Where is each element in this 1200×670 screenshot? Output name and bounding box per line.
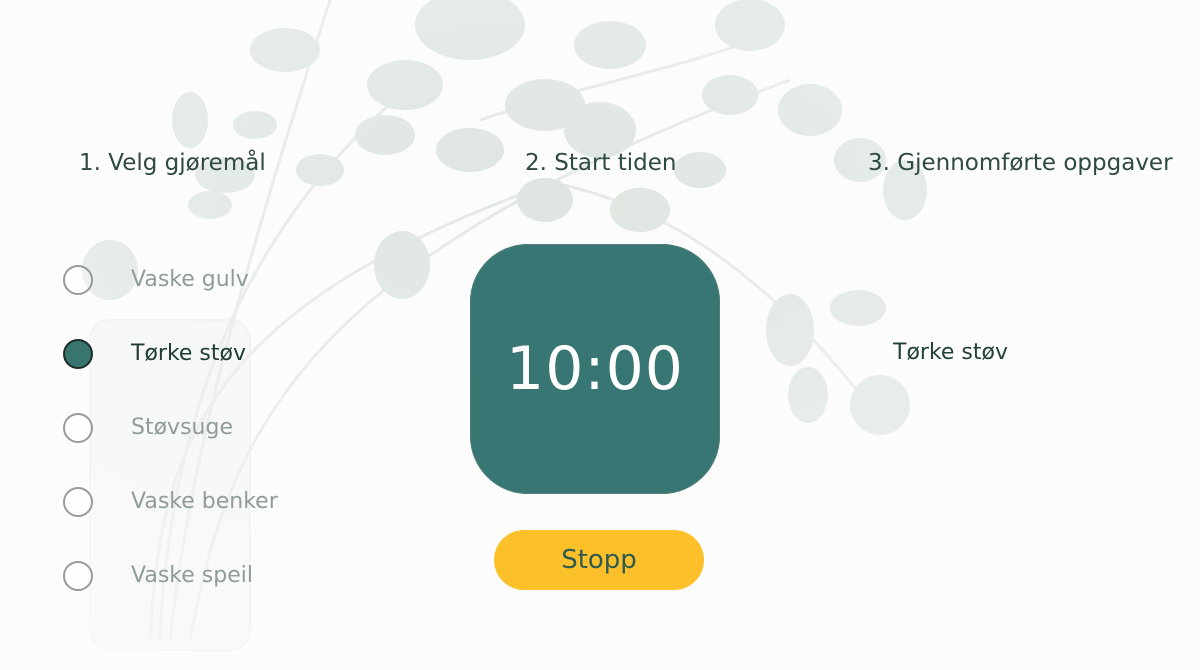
task-radio[interactable] [63,561,93,591]
task-item-vaske-gulv[interactable]: Vaske gulv [63,262,383,336]
task-radio[interactable] [63,413,93,443]
stop-button[interactable]: Stopp [494,530,704,590]
timer-display: 10:00 [470,244,720,494]
task-label: Vaske gulv [131,267,249,292]
task-label: Tørke støv [131,341,246,366]
task-item-vaske-speil[interactable]: Vaske speil [63,558,383,632]
task-item-torke-stov[interactable]: Tørke støv [63,336,383,410]
task-label: Vaske speil [131,563,253,588]
step-choose-task-heading: 1. Velg gjøremål [79,150,266,176]
step-start-timer-heading: 2. Start tiden [525,150,677,176]
task-radio[interactable] [63,265,93,295]
task-label: Støvsuge [131,415,233,440]
task-item-vaske-benker[interactable]: Vaske benker [63,484,383,558]
task-radio[interactable] [63,487,93,517]
task-label: Vaske benker [131,489,278,514]
timer-value: 10:00 [506,334,684,404]
completed-task-list: Tørke støv [893,340,1008,365]
completed-task-item: Tørke støv [893,340,1008,365]
step-completed-tasks-heading: 3. Gjennomførte oppgaver [868,150,1173,176]
task-radio[interactable] [63,339,93,369]
task-list: Vaske gulv Tørke støv Støvsuge Vaske ben… [63,262,383,632]
app-content: 1. Velg gjøremål 2. Start tiden 3. Gjenn… [0,0,1200,670]
task-item-stovsuge[interactable]: Støvsuge [63,410,383,484]
